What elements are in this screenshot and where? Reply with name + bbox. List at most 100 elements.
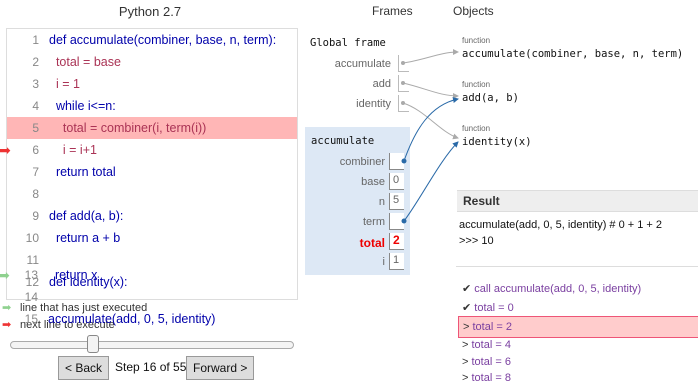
language-label: Python 2.7 xyxy=(118,4,182,19)
accumulate-frame: accumulate combiner base 0 n 5 term tota… xyxy=(305,127,410,275)
result-header: Result xyxy=(457,190,698,212)
result-output: >>> 10 xyxy=(459,235,494,247)
frame-var-name: base xyxy=(361,176,385,188)
global-var-name: add xyxy=(372,78,391,90)
pointer-line xyxy=(403,141,459,222)
code-text: total = combiner(i, term(i)) xyxy=(49,121,207,135)
code-line: 4 while i<=n: xyxy=(7,95,297,117)
back-button[interactable]: < Back xyxy=(58,356,110,380)
global-var-name: identity xyxy=(356,98,391,110)
code-text: i = i+1 xyxy=(49,143,97,157)
object-type-label: function xyxy=(462,124,491,133)
value-cell: 2 xyxy=(389,233,404,250)
object-type-label: function xyxy=(462,80,491,89)
value-cell: 5 xyxy=(389,193,404,210)
chevron-right-icon: > xyxy=(463,321,470,333)
chevron-right-icon: > xyxy=(462,356,469,368)
line-number: 4 xyxy=(32,99,39,113)
global-var-name: accumulate xyxy=(334,58,391,70)
code-line: 7 return total xyxy=(7,161,297,183)
trace-text: call accumulate(add, 0, 5, identity) xyxy=(474,283,642,295)
frame-var-name: i xyxy=(382,256,385,268)
step-slider-thumb[interactable] xyxy=(86,335,99,353)
line-number: 10 xyxy=(25,231,39,245)
code-line: 9 def add(a, b): xyxy=(7,205,297,227)
trace-item[interactable]: ✔ call accumulate(add, 0, 5, identity) xyxy=(458,279,698,299)
frame-var-name: combiner xyxy=(339,156,385,168)
code-text: return total xyxy=(49,165,116,179)
trace-text: total = 8 xyxy=(471,372,511,384)
step-counter: Step 16 of 55 xyxy=(115,360,187,374)
code-line: 10 return a + b xyxy=(7,227,297,249)
value-cell: 0 xyxy=(389,173,404,190)
line-number: 7 xyxy=(32,165,39,179)
var-value: 5 xyxy=(393,194,400,206)
line-number: 13 xyxy=(24,268,38,282)
code-text: def accumulate(combiner, base, n, term): xyxy=(49,33,277,47)
code-line: 14 xyxy=(6,286,296,308)
step-slider-track[interactable] xyxy=(10,341,294,349)
code-listing: 1 def accumulate(combiner, base, n, term)… xyxy=(0,28,298,300)
global-frame-title: Global frame xyxy=(310,37,386,49)
pointer-cell xyxy=(389,153,404,170)
code-text: while i<=n: xyxy=(49,99,116,113)
code-line-highlighted: 5 total = combiner(i, term(i)) xyxy=(7,117,297,139)
code-text: def add(a, b): xyxy=(49,209,124,223)
var-value: 0 xyxy=(393,174,400,186)
trace-text: total = 2 xyxy=(472,321,512,333)
check-icon: ✔ xyxy=(462,283,472,295)
line-number: 6 xyxy=(32,143,39,157)
frame-var-name: term xyxy=(363,216,385,228)
trace-text: total = 4 xyxy=(471,339,511,351)
code-text: return x xyxy=(48,268,98,282)
code-line: 1 def accumulate(combiner, base, n, term)… xyxy=(7,29,297,51)
objects-header: Objects xyxy=(453,4,494,18)
var-value-changed: 2 xyxy=(393,233,400,247)
var-value: 1 xyxy=(393,254,400,266)
line-number: 5 xyxy=(32,121,39,135)
code-line-next: ➡ 6 i = i+1 xyxy=(0,139,297,161)
trace-text: total = 6 xyxy=(471,356,511,368)
trace-item[interactable]: > total = 8 xyxy=(458,368,698,388)
frame-var-name: n xyxy=(378,196,385,208)
function-object: add(a, b) xyxy=(462,92,519,104)
chevron-right-icon: > xyxy=(462,372,469,384)
code-text: total = base xyxy=(49,55,121,69)
forward-button[interactable]: Forward > xyxy=(186,356,255,380)
code-line: 2 total = base xyxy=(7,51,297,73)
line-number: 3 xyxy=(32,77,39,91)
result-expression: accumulate(add, 0, 5, identity) # 0 + 1 … xyxy=(459,219,663,231)
pointer-cell xyxy=(389,213,404,230)
global-pointer-arrows xyxy=(401,49,459,140)
code-line: ➡ 13 return x xyxy=(0,264,296,286)
line-number: 14 xyxy=(24,290,38,304)
chevron-right-icon: > xyxy=(462,339,469,351)
code-text: i = 1 xyxy=(49,77,80,91)
pointer-cell xyxy=(398,95,409,112)
line-number: 15 xyxy=(24,312,38,326)
pointer-line xyxy=(402,82,459,99)
frames-header: Frames xyxy=(372,4,413,18)
trace-text: total = 0 xyxy=(474,302,514,314)
code-listing-bottom: ➡ 13 return x 14 15 accumulate(add, 0, 5, … xyxy=(0,264,296,332)
code-text: accumulate(add, 0, 5, identity) xyxy=(48,312,216,326)
frame-var-name-changed: total xyxy=(359,236,385,250)
pointer-line xyxy=(403,97,459,162)
code-line: 15 accumulate(add, 0, 5, identity) xyxy=(6,308,296,330)
pointer-line xyxy=(402,102,459,140)
code-line: 8 xyxy=(7,183,297,205)
line-number: 9 xyxy=(32,209,39,223)
function-object: accumulate(combiner, base, n, term) xyxy=(462,48,684,60)
object-type-label: function xyxy=(462,36,491,45)
value-cell: 1 xyxy=(389,253,404,270)
line-number: 8 xyxy=(32,187,39,201)
frame-title: accumulate xyxy=(311,135,375,147)
code-text: return a + b xyxy=(49,231,121,245)
pointer-cell xyxy=(398,75,409,92)
function-object: identity(x) xyxy=(462,136,532,148)
pointer-line xyxy=(402,49,459,64)
trace-item[interactable]: ✔ total = 0 xyxy=(458,298,698,318)
line-number: 2 xyxy=(32,55,39,69)
line-number: 1 xyxy=(32,33,39,47)
pointer-cell xyxy=(398,55,409,72)
